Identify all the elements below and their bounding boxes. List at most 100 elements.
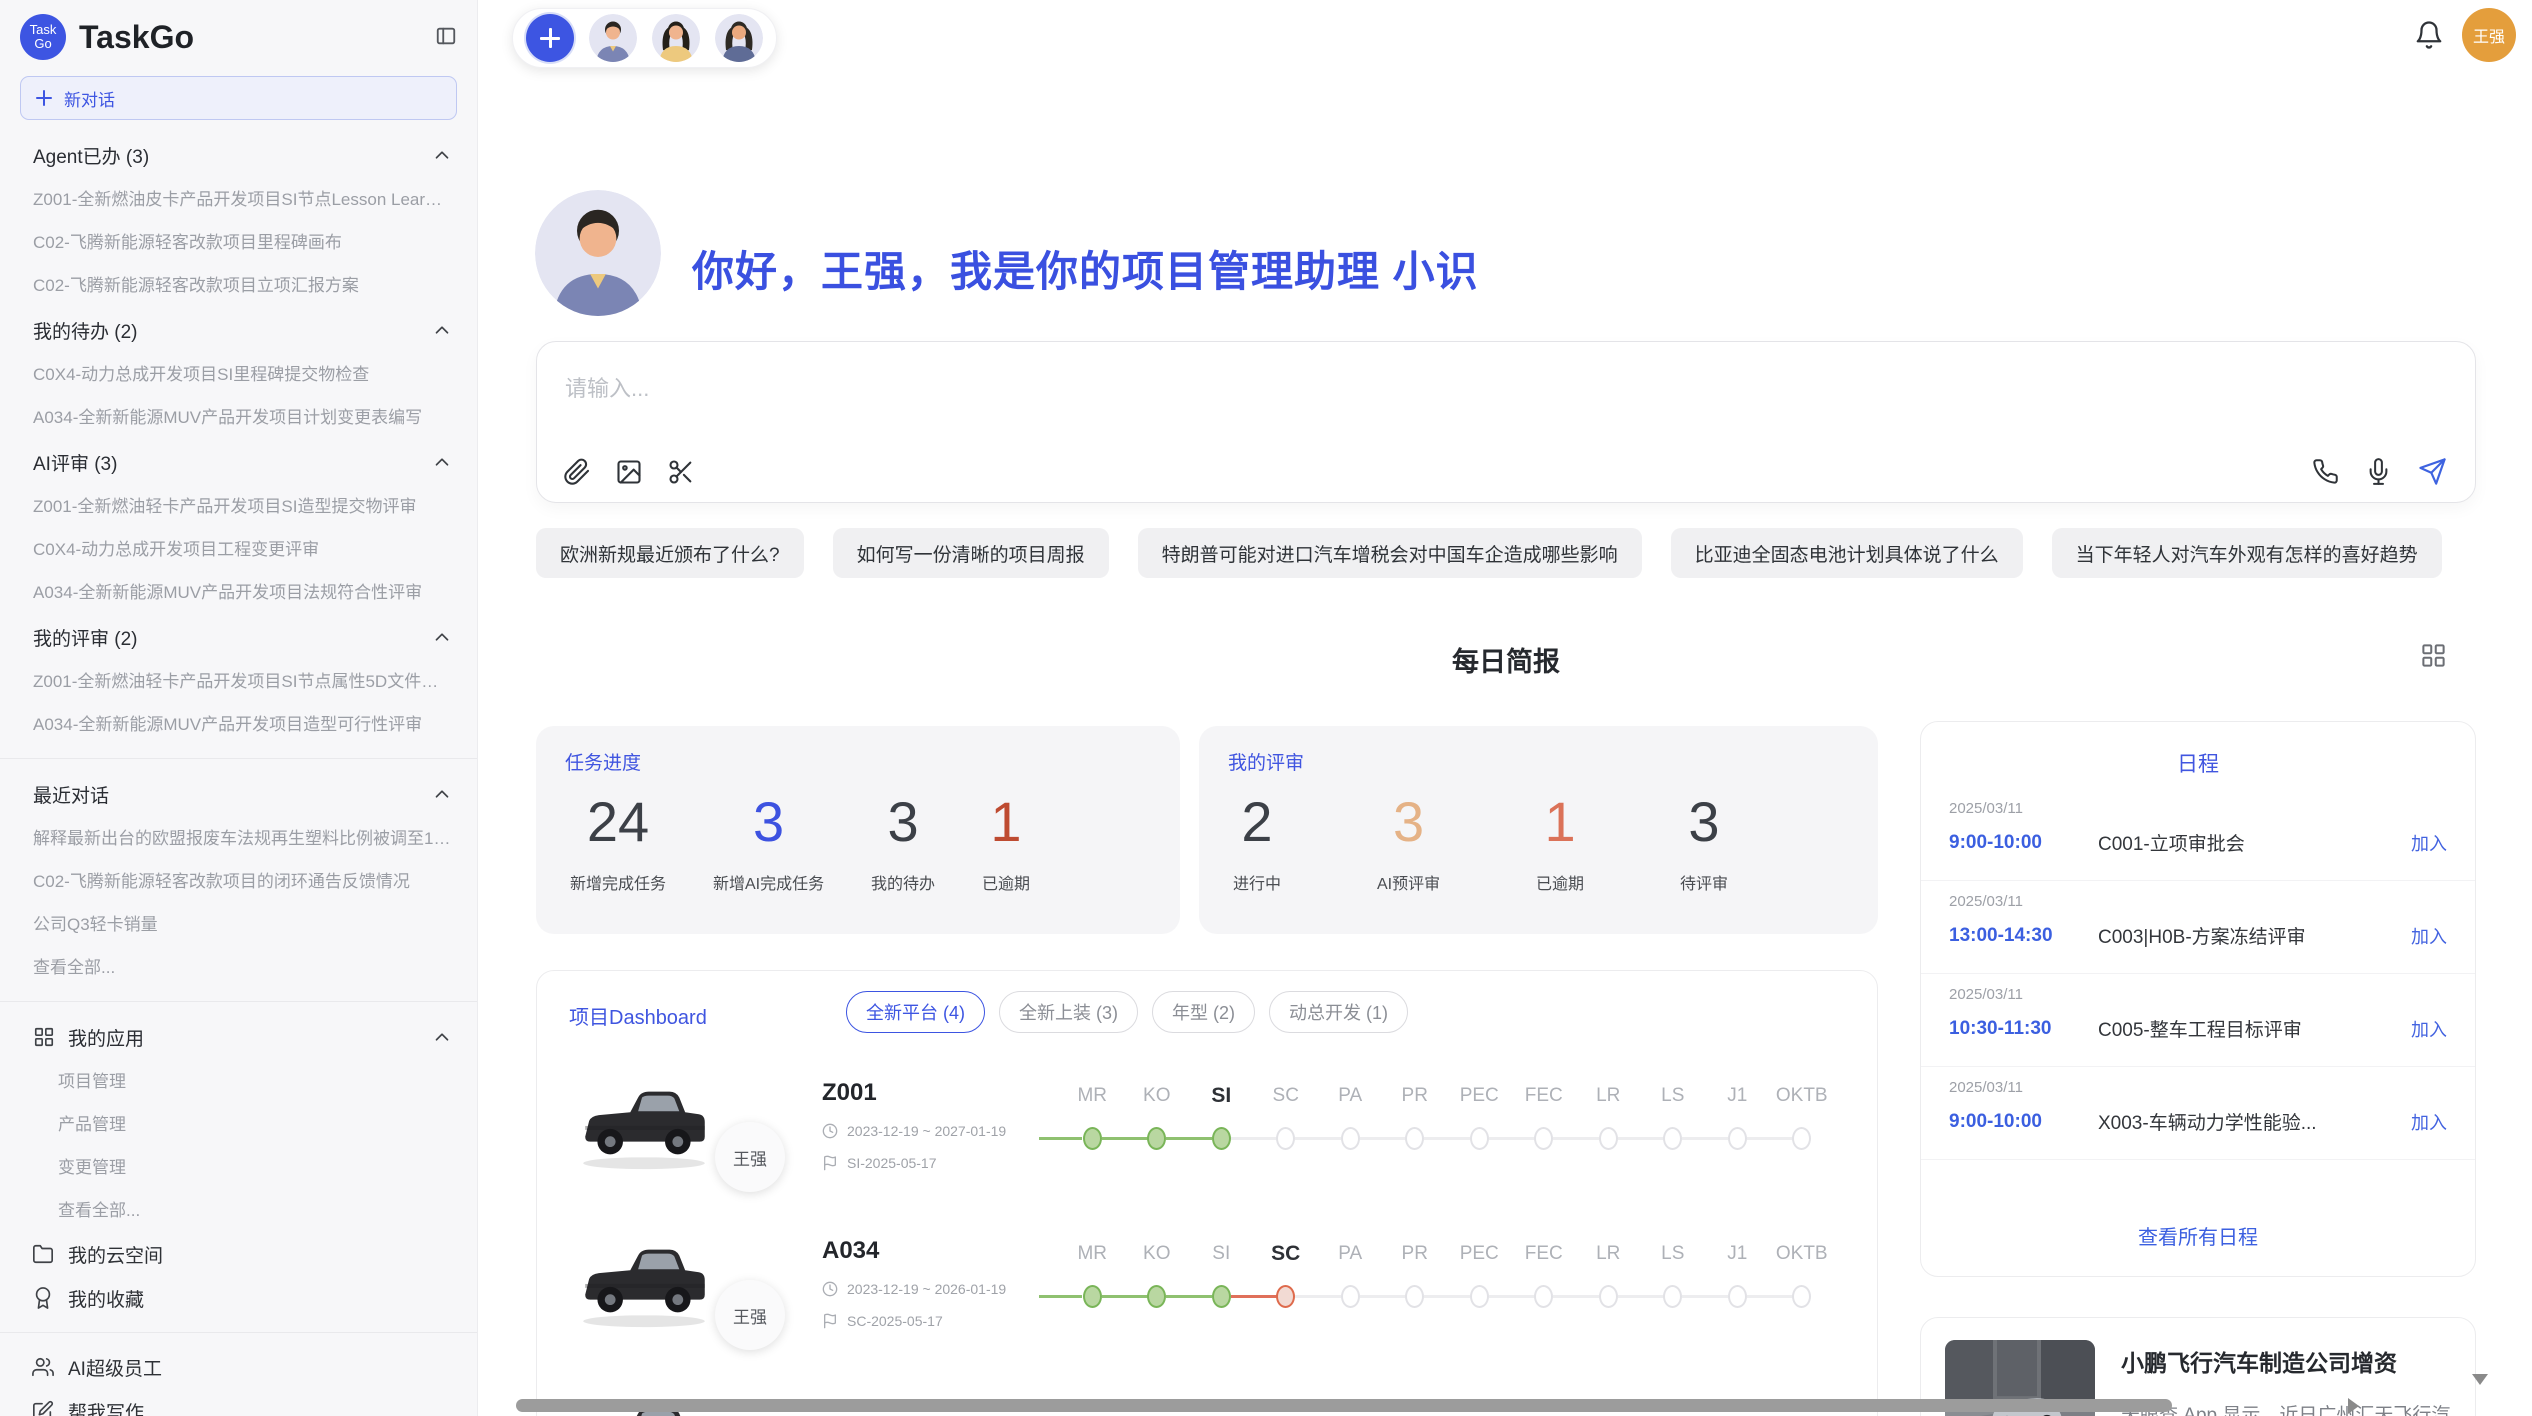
schedule-time: 10:30-11:30 (1949, 1018, 2098, 1040)
view-all-schedule-link[interactable]: 查看所有日程 (1921, 1221, 2475, 1250)
image-icon[interactable] (615, 458, 643, 486)
milestone: PR (1383, 1083, 1448, 1151)
milestone-dot (1470, 1285, 1489, 1308)
milestone-track: MRKOSISCPAPRPECFECLRLSJ1OKTB (1060, 1241, 1834, 1309)
sidebar-item[interactable]: C0X4-动力总成开发项目工程变更评审 (0, 528, 477, 571)
my-reviews-card: 我的评审 2进行中3AI预评审1已逾期3待评审 (1199, 726, 1878, 934)
sidebar-item-recent-chat[interactable]: C02-飞腾新能源轻客改款项目的闭环通告反馈情况 (0, 860, 477, 903)
chat-input[interactable] (565, 366, 1765, 412)
divider (0, 1001, 477, 1002)
sidebar-view-all-recent[interactable]: 查看全部... (0, 946, 477, 989)
suggestion-chip[interactable]: 当下年轻人对汽车外观有怎样的喜好趋势 (2052, 528, 2442, 578)
sidebar-item[interactable]: Z001-全新燃油轻卡产品开发项目SI造型提交物评审 (0, 485, 477, 528)
participant-avatar[interactable] (589, 14, 637, 62)
sidebar-section-header-tasks-0[interactable]: Agent已办 (3) (0, 132, 477, 178)
milestone-dot (1728, 1127, 1747, 1150)
sidebar-item[interactable]: A034-全新新能源MUV产品开发项目造型可行性评审 (0, 703, 477, 746)
bell-icon[interactable] (2414, 20, 2444, 50)
app-root: Task Go TaskGo 新对话 Agent已办 (3)Z001-全新燃油皮… (0, 0, 2532, 1416)
sidebar-item[interactable]: Z001-全新燃油轻卡产品开发项目SI节点属性5D文件评审 (0, 660, 477, 703)
sidebar-item[interactable]: A034-全新新能源MUV产品开发项目计划变更表编写 (0, 396, 477, 439)
sidebar-item-app[interactable]: 产品管理 (0, 1103, 477, 1146)
sidebar-tool-item[interactable]: AI超级员工 (0, 1345, 477, 1389)
sidebar-view-all-apps[interactable]: 查看全部... (0, 1189, 477, 1232)
suggestion-chip[interactable]: 比亚迪全固态电池计划具体说了什么 (1671, 528, 2023, 578)
sidebar-section-header-tasks-3[interactable]: 我的评审 (2) (0, 614, 477, 660)
project-flag-milestone: SC-2025-05-17 (847, 1313, 943, 1329)
sidebar-item[interactable]: Z001-全新燃油皮卡产品开发项目SI节点Lesson Learn报告 (0, 178, 477, 221)
mic-icon[interactable] (2365, 458, 2392, 485)
dashboard-tab[interactable]: 全新上装 (3) (999, 991, 1138, 1033)
project-date-range: 2023-12-19 ~ 2026-01-19 (847, 1281, 1006, 1297)
sidebar-item-favorites[interactable]: 我的收藏 (0, 1276, 477, 1320)
new-chat-button[interactable]: 新对话 (20, 76, 457, 120)
join-meeting-link[interactable]: 加入 (2411, 1016, 2447, 1042)
paperclip-icon[interactable] (563, 458, 591, 486)
sidebar-item[interactable]: A034-全新新能源MUV产品开发项目法规符合性评审 (0, 571, 477, 614)
milestone: SC (1254, 1241, 1319, 1309)
milestone: PEC (1447, 1241, 1512, 1309)
sidebar-section-header-tasks-1[interactable]: 我的待办 (2) (0, 307, 477, 353)
sidebar-item-recent-chat[interactable]: 公司Q3轻卡销量 (0, 903, 477, 946)
scroll-down-arrow-icon[interactable] (2472, 1374, 2488, 1385)
participant-avatar[interactable] (715, 14, 763, 62)
dashboard-tab[interactable]: 年型 (2) (1152, 991, 1255, 1033)
award-icon (32, 1287, 54, 1309)
user-avatar[interactable]: 王强 (2462, 8, 2516, 62)
sidebar-item[interactable]: C02-飞腾新能源轻客改款项目里程碑画布 (0, 221, 477, 264)
milestone: PA (1318, 1241, 1383, 1309)
dashboard-tab[interactable]: 全新平台 (4) (846, 991, 985, 1033)
join-meeting-link[interactable]: 加入 (2411, 830, 2447, 856)
schedule-item-title: X003-车辆动力学性能验... (2098, 1108, 2411, 1135)
sidebar-section-header-recent[interactable]: 最近对话 (0, 771, 477, 817)
news-title: 小鹏飞行汽车制造公司增资 (2121, 1344, 2397, 1378)
milestone-dot (1599, 1285, 1618, 1308)
chevron-up-icon (431, 319, 453, 341)
suggestion-chip[interactable]: 欧洲新规最近颁布了什么? (536, 528, 804, 578)
milestone-label: SC (1271, 1241, 1300, 1267)
sidebar-item-app[interactable]: 变更管理 (0, 1146, 477, 1189)
sidebar-item[interactable]: C0X4-动力总成开发项目SI里程碑提交物检查 (0, 353, 477, 396)
scroll-right-arrow-icon[interactable] (2348, 1398, 2359, 1414)
sidebar-item-label: 我的收藏 (68, 1285, 144, 1312)
participant-avatar[interactable] (652, 14, 700, 62)
sidebar-item-recent-chat[interactable]: 解释最新出台的欧盟报废车法规再生塑料比例被调至15%... (0, 817, 477, 860)
scissors-icon[interactable] (667, 458, 695, 486)
project-code: Z001 (822, 1079, 1006, 1107)
milestone-label: FEC (1525, 1083, 1563, 1109)
sidebar-tool-item[interactable]: 帮我写作 (0, 1389, 477, 1416)
milestone-connector (1682, 1295, 1728, 1298)
sidebar-section-header-tasks-2[interactable]: AI评审 (3) (0, 439, 477, 485)
milestone: LR (1576, 1241, 1641, 1309)
join-meeting-link[interactable]: 加入 (2411, 1109, 2447, 1135)
chevron-up-icon (431, 144, 453, 166)
sidebar-item-cloud-space[interactable]: 我的云空间 (0, 1232, 477, 1276)
plus-icon (36, 90, 52, 106)
stat-column: 1已逾期 (1536, 788, 1584, 894)
sidebar-item-app[interactable]: 项目管理 (0, 1060, 477, 1103)
dashboard-tab[interactable]: 动总开发 (1) (1269, 991, 1408, 1033)
phone-icon[interactable] (2312, 458, 2339, 485)
dashboard-rows: 王强Z0012023-12-19 ~ 2027-01-19SI-2025-05-… (537, 1075, 1877, 1416)
stat-value: 3 (887, 788, 918, 856)
add-participant-button[interactable] (526, 14, 574, 62)
sidebar-section-header-my-apps[interactable]: 我的应用 (0, 1014, 477, 1060)
logo-line2: Go (34, 37, 51, 51)
project-info: Z0012023-12-19 ~ 2027-01-19SI-2025-05-17 (822, 1079, 1006, 1171)
stat-column: 3待评审 (1680, 788, 1728, 894)
dashboard-grid-icon[interactable] (2420, 642, 2447, 669)
sidebar-item[interactable]: C02-飞腾新能源轻客改款项目立项汇报方案 (0, 264, 477, 307)
flag-icon (822, 1313, 838, 1329)
horizontal-scrollbar[interactable] (516, 1399, 2172, 1412)
app-logo: Task Go (20, 14, 66, 60)
join-meeting-link[interactable]: 加入 (2411, 923, 2447, 949)
milestone-label: PEC (1460, 1241, 1499, 1267)
suggestion-chip[interactable]: 如何写一份清晰的项目周报 (833, 528, 1109, 578)
milestone: SC (1254, 1083, 1319, 1151)
stat-label: 新增AI完成任务 (713, 870, 824, 894)
send-icon[interactable] (2418, 457, 2447, 486)
panel-collapse-icon[interactable] (435, 25, 457, 47)
milestone-label: LS (1661, 1241, 1684, 1267)
suggestion-chip[interactable]: 特朗普可能对进口汽车增税会对中国车企造成哪些影响 (1138, 528, 1642, 578)
milestone-dot (1341, 1127, 1360, 1150)
